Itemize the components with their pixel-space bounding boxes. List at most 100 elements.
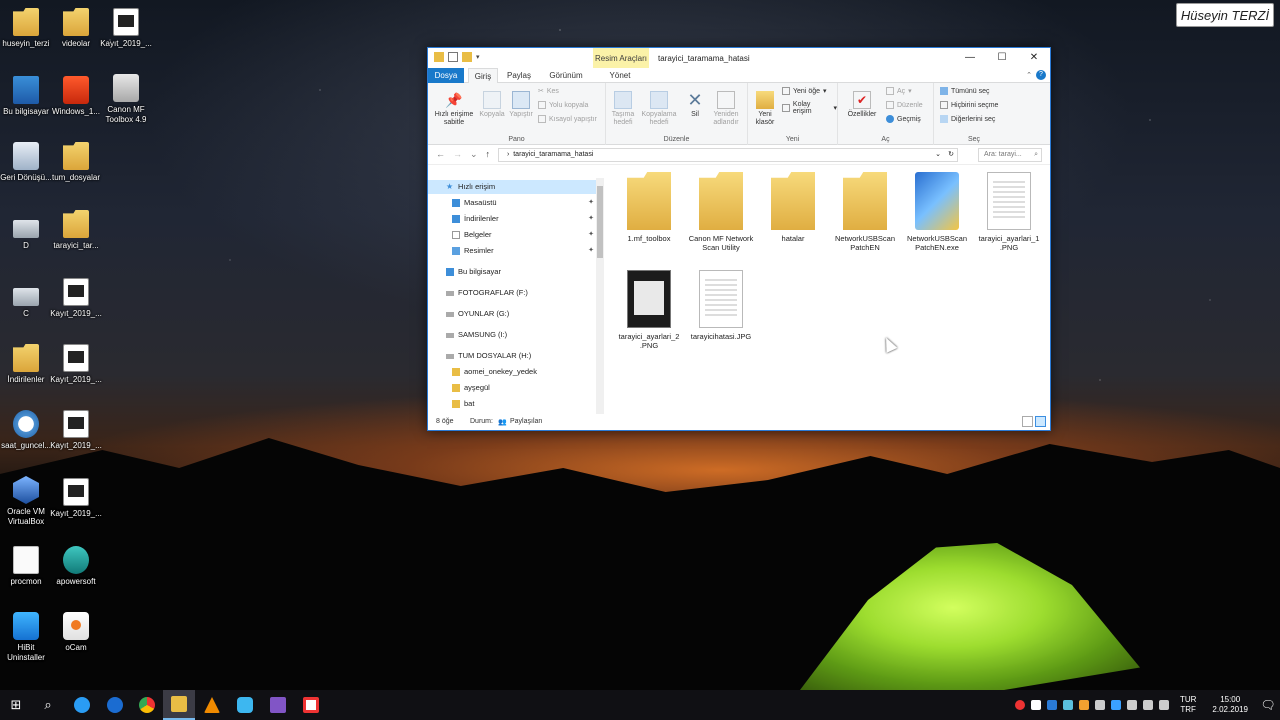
file-item[interactable]: NetworkUSBScan PatchEN.exe: [904, 172, 970, 252]
taskbar-chrome[interactable]: [131, 690, 163, 720]
nav-item-drive-h[interactable]: TUM DOSYALAR (H:): [428, 349, 596, 363]
breadcrumb[interactable]: tarayici_taramama_hatasi: [513, 151, 593, 158]
tray-app-icon[interactable]: [1078, 700, 1089, 710]
open-button[interactable]: Aç ▾: [886, 87, 912, 95]
file-item[interactable]: 1.mf_toolbox: [616, 172, 682, 243]
desktop-icon[interactable]: Geri Dönüşü...: [0, 142, 52, 183]
details-view-button[interactable]: [1022, 416, 1033, 427]
taskbar-vlc[interactable]: [196, 690, 228, 720]
input-language[interactable]: TUR TRF: [1180, 695, 1196, 715]
file-item[interactable]: tarayici_ayarlari_2 .PNG: [616, 270, 682, 350]
file-item[interactable]: NetworkUSBScan PatchEN: [832, 172, 898, 252]
properties-button[interactable]: ✔ Özellikler: [844, 91, 880, 119]
nav-item-drive-g[interactable]: OYUNLAR (G:): [428, 307, 596, 321]
desktop-icon[interactable]: Windows_1...: [50, 76, 102, 117]
invert-selection-button[interactable]: Diğerlerini seç: [940, 115, 995, 123]
taskbar-app-red[interactable]: [295, 690, 327, 720]
recent-chevron-icon[interactable]: ⌄: [470, 149, 478, 160]
taskbar-explorer[interactable]: [163, 690, 195, 720]
nav-item-quick-access[interactable]: ★ Hızlı erişim: [428, 180, 596, 194]
up-arrow-icon[interactable]: ↑: [486, 149, 491, 160]
desktop-icon[interactable]: HiBit Uninstaller: [0, 612, 52, 663]
desktop-icon[interactable]: Kayıt_2019_...: [50, 478, 102, 519]
rename-button[interactable]: Yeniden adlandır: [708, 91, 744, 127]
tab-manage[interactable]: Yönet: [598, 68, 642, 83]
help-icon[interactable]: ?: [1036, 70, 1046, 80]
new-folder-icon[interactable]: [462, 52, 472, 62]
desktop-icon[interactable]: tarayici_tar...: [50, 210, 102, 251]
collapse-ribbon-icon[interactable]: ⌃: [1026, 71, 1032, 79]
tab-share[interactable]: Paylaş: [504, 68, 534, 83]
taskbar-ie[interactable]: [66, 690, 98, 720]
bluetooth-icon[interactable]: [1046, 700, 1057, 710]
address-field[interactable]: › tarayici_taramama_hatasi ⌄ ↻: [498, 148, 958, 162]
desktop-icon[interactable]: saat_guncel...: [0, 410, 52, 451]
cut-button[interactable]: ✂ Kes: [538, 87, 559, 96]
scrollbar-thumb[interactable]: [597, 186, 603, 258]
file-item[interactable]: tarayicihatasi.JPG: [688, 270, 754, 341]
copy-path-button[interactable]: Yolu kopyala: [538, 101, 588, 109]
select-none-button[interactable]: Hiçbirini seçme: [940, 101, 998, 109]
minimize-button[interactable]: —: [954, 48, 986, 68]
chevron-down-icon[interactable]: ▾: [476, 53, 480, 61]
nav-item-pictures[interactable]: Resimler ✦: [428, 244, 596, 258]
search-input[interactable]: Ara: tarayi... ⌕: [978, 148, 1042, 162]
desktop-icon[interactable]: Kayıt_2019_...: [50, 278, 102, 319]
large-icons-view-button[interactable]: [1035, 416, 1046, 427]
copy-button[interactable]: Kopyala: [478, 91, 506, 119]
nav-item-folder[interactable]: aomei_onekey_yedek: [428, 365, 596, 379]
new-item-button[interactable]: Yeni öğe ▾: [782, 87, 827, 95]
tray-app-icon[interactable]: [1030, 700, 1041, 710]
nav-item-desktop[interactable]: Masaüstü ✦: [428, 196, 596, 210]
taskbar-edge[interactable]: [99, 690, 131, 720]
start-button[interactable]: ⊞: [0, 690, 32, 720]
action-center-button[interactable]: 🗨: [1256, 690, 1280, 720]
nav-item-this-pc[interactable]: Bu bilgisayar: [428, 265, 596, 279]
tab-file[interactable]: Dosya: [428, 68, 464, 83]
nav-item-drive-i[interactable]: SAMSUNG (I:): [428, 328, 596, 342]
taskbar-app[interactable]: [229, 690, 261, 720]
file-item[interactable]: hatalar: [760, 172, 826, 243]
desktop-icon[interactable]: tum_dosyalar: [50, 142, 102, 183]
desktop-icon[interactable]: İndirilenler: [0, 344, 52, 385]
desktop-icon[interactable]: oCam: [50, 612, 102, 653]
nav-item-drive-f[interactable]: FOTOGRAFLAR (F:): [428, 286, 596, 300]
desktop-icon[interactable]: procmon: [0, 546, 52, 587]
clock[interactable]: 15:00 2.02.2019: [1212, 695, 1248, 715]
title-bar[interactable]: ▾ Resim Araçları tarayici_taramama_hatas…: [428, 48, 1050, 68]
easy-access-button[interactable]: Kolay erişim ▾: [782, 101, 837, 115]
network-icon[interactable]: [1142, 700, 1153, 710]
tab-home[interactable]: Giriş: [468, 68, 498, 83]
edit-button[interactable]: Düzenle: [886, 101, 923, 109]
refresh-icon[interactable]: ↻: [948, 149, 954, 161]
select-all-button[interactable]: Tümünü seç: [940, 87, 990, 95]
desktop-icon[interactable]: C: [0, 278, 52, 319]
close-button[interactable]: ✕: [1018, 48, 1050, 68]
copy-to-button[interactable]: Kopyalama hedefi: [640, 91, 678, 127]
forward-arrow-icon[interactable]: →: [453, 149, 462, 160]
tray-app-icon[interactable]: [1126, 700, 1137, 710]
desktop-icon[interactable]: Kayıt_2019_...: [50, 410, 102, 451]
back-arrow-icon[interactable]: ←: [436, 149, 445, 160]
search-button[interactable]: ⌕: [32, 690, 64, 720]
desktop-icon[interactable]: Oracle VM VirtualBox: [0, 476, 52, 527]
volume-icon[interactable]: [1158, 700, 1169, 710]
desktop-icon[interactable]: huseyin_terzi: [0, 8, 52, 49]
taskbar-visual-studio[interactable]: [262, 690, 294, 720]
desktop-icon[interactable]: D: [0, 210, 52, 251]
move-to-button[interactable]: Taşıma hedefi: [608, 91, 638, 127]
tray-app-icon[interactable]: [1094, 700, 1105, 710]
desktop-icon[interactable]: Canon MF Toolbox 4.9: [100, 74, 152, 125]
desktop-icon[interactable]: Bu bilgisayar: [0, 76, 52, 117]
desktop-icon[interactable]: apowersoft: [50, 546, 102, 587]
nav-item-folder[interactable]: ayşegül: [428, 381, 596, 395]
history-button[interactable]: Geçmiş: [886, 115, 921, 123]
delete-button[interactable]: ✕ Sil: [684, 91, 706, 119]
desktop-icon[interactable]: Kayıt_2019_...: [100, 8, 152, 49]
file-item[interactable]: Canon MF Network Scan Utility: [688, 172, 754, 252]
desktop-icon[interactable]: Kayıt_2019_...: [50, 344, 102, 385]
nav-item-downloads[interactable]: İndirilenler ✦: [428, 212, 596, 226]
file-item[interactable]: tarayici_ayarlari_1 .PNG: [976, 172, 1042, 252]
new-folder-button[interactable]: Yeni klasör: [752, 91, 778, 127]
nav-item-documents[interactable]: Belgeler ✦: [428, 228, 596, 242]
